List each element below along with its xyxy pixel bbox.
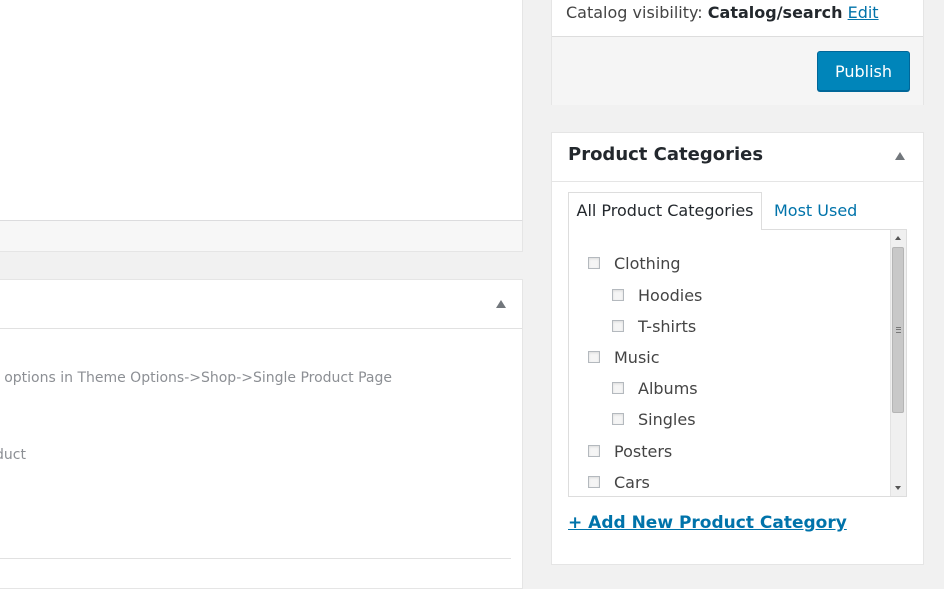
- product-categories-box: Product Categories All Product Categorie…: [551, 132, 924, 565]
- category-checkbox[interactable]: [612, 289, 624, 301]
- category-item-hoodies[interactable]: Hoodies: [612, 284, 702, 306]
- divider: [0, 558, 511, 559]
- publish-button[interactable]: Publish: [817, 51, 910, 91]
- category-item-cars[interactable]: Cars: [588, 471, 650, 493]
- meta-box-hint-text: n. Set options in Theme Options->Shop->S…: [0, 370, 392, 386]
- category-checkbox[interactable]: [588, 445, 600, 457]
- editor-content-area[interactable]: [0, 0, 523, 221]
- product-meta-box: n. Set options in Theme Options->Shop->S…: [0, 279, 523, 589]
- category-label: T-shirts: [638, 316, 697, 336]
- catalog-visibility-row: Catalog visibility: Catalog/search Edit: [566, 3, 879, 22]
- category-label: Posters: [614, 441, 673, 461]
- category-checkbox[interactable]: [588, 257, 600, 269]
- category-item-t-shirts[interactable]: T-shirts: [612, 315, 696, 337]
- category-checkbox[interactable]: [612, 320, 624, 332]
- catalog-visibility-edit-link[interactable]: Edit: [848, 3, 879, 22]
- category-label: Hoodies: [638, 285, 703, 305]
- scrollbar-thumb[interactable]: [892, 247, 904, 413]
- meta-box-option-text: roduct: [0, 447, 26, 463]
- category-checkbox[interactable]: [588, 351, 600, 363]
- category-label: Singles: [638, 409, 696, 429]
- collapse-arrow-icon[interactable]: [895, 152, 905, 160]
- product-categories-title: Product Categories: [568, 144, 764, 165]
- category-label: Cars: [614, 472, 650, 492]
- collapse-arrow-icon[interactable]: [496, 300, 506, 308]
- category-item-posters[interactable]: Posters: [588, 440, 672, 462]
- category-item-singles[interactable]: Singles: [612, 408, 696, 430]
- scroll-down-arrow-icon[interactable]: [895, 486, 901, 490]
- publish-box: Catalog visibility: Catalog/search Edit …: [551, 0, 924, 105]
- category-item-music[interactable]: Music: [588, 346, 660, 368]
- category-label: Clothing: [614, 253, 681, 273]
- catalog-visibility-value: Catalog/search: [707, 3, 843, 22]
- scroll-up-arrow-icon[interactable]: [895, 236, 901, 240]
- category-label: Music: [614, 347, 660, 367]
- category-item-albums[interactable]: Albums: [612, 377, 698, 399]
- grip-icon: [896, 327, 901, 333]
- tab-all-product-categories[interactable]: All Product Categories: [568, 192, 762, 230]
- product-categories-header[interactable]: Product Categories: [552, 133, 923, 182]
- editor-status-bar: [0, 220, 523, 252]
- category-label: Albums: [638, 378, 698, 398]
- category-checklist[interactable]: Clothing Hoodies T-shirts Music Albums S…: [568, 229, 907, 497]
- tab-most-used[interactable]: Most Used: [774, 201, 857, 220]
- add-new-category-link[interactable]: + Add New Product Category: [568, 513, 847, 533]
- catalog-visibility-label: Catalog visibility:: [566, 3, 703, 22]
- publish-actions: Publish: [552, 36, 923, 105]
- category-checkbox[interactable]: [612, 413, 624, 425]
- meta-box-header[interactable]: [0, 280, 522, 329]
- checklist-scrollbar[interactable]: [890, 230, 906, 496]
- category-checkbox[interactable]: [588, 476, 600, 488]
- category-checkbox[interactable]: [612, 382, 624, 394]
- category-item-clothing[interactable]: Clothing: [588, 252, 681, 274]
